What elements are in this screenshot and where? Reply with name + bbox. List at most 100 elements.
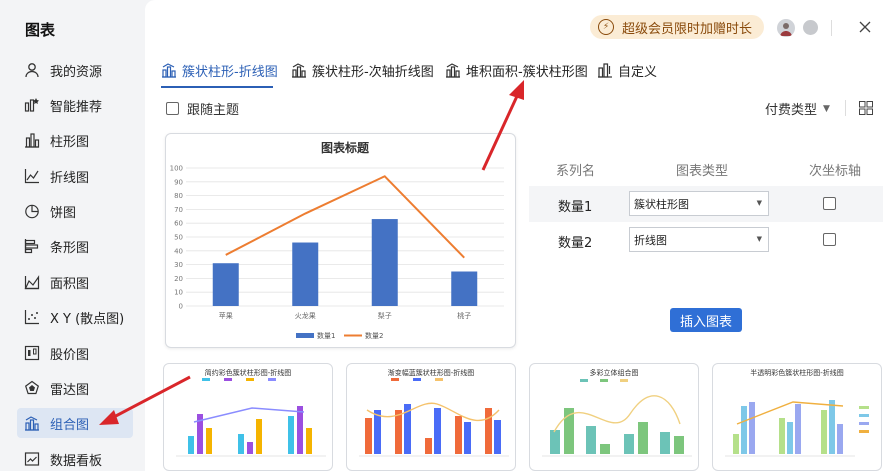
sidebar-item-label: 组合图	[50, 417, 90, 433]
chart-type-value: 簇状柱形图	[634, 197, 689, 211]
chart-title: 图表标题	[321, 140, 370, 155]
sidebar-item-label: 雷达图	[50, 382, 90, 398]
radar-chart-icon	[23, 379, 41, 397]
area-chart-icon	[23, 273, 41, 291]
bar	[451, 271, 478, 306]
lightning-icon: ⚡	[598, 19, 614, 35]
dashboard-icon	[23, 450, 41, 468]
avatar[interactable]	[777, 19, 795, 37]
main-panel: ⚡ 超级会员限时加赠时长 簇状柱形-折线图 簇状柱形-次轴折线图 堆积面积-簇状…	[145, 0, 883, 471]
scatter-icon	[23, 308, 41, 326]
sidebar-item-horizontal-bar[interactable]: 条形图	[17, 231, 133, 261]
combo-chart-icon	[291, 62, 308, 78]
tab-label: 簇状柱形-次轴折线图	[312, 64, 434, 80]
horizontal-bar-icon	[23, 237, 41, 255]
tab-label: 堆积面积-簇状柱形图	[466, 64, 588, 80]
y-tick-label: 60	[174, 220, 183, 228]
caret-down-icon: ▼	[756, 235, 762, 243]
sidebar-item-label: 柱形图	[50, 134, 90, 150]
grid-view-button[interactable]	[859, 101, 873, 115]
series-line	[225, 175, 465, 259]
chart-type-select[interactable]: 折线图 ▼	[629, 227, 769, 252]
tab-cluster-bar-secondary-line[interactable]: 簇状柱形-次轴折线图	[291, 60, 434, 80]
thumbnail-chart-icon	[359, 378, 509, 457]
sidebar-item-radar-chart[interactable]: 雷达图	[17, 373, 133, 403]
tab-stacked-area-cluster-bar[interactable]: 堆积面积-簇状柱形图	[445, 60, 588, 80]
y-tick-label: 20	[174, 275, 183, 283]
bar	[212, 263, 239, 306]
x-tick-label: 苹果	[219, 311, 233, 320]
sidebar-item-scatter[interactable]: X Y (散点图)	[17, 302, 133, 332]
chart-preview: 图表标题 0 10 20 30 40 50 60 70 80 90 100 苹果 火龙果 梨子 桃子 数量1 数量…	[165, 133, 516, 348]
chart-type-value: 折线图	[634, 233, 667, 247]
y-tick-label: 70	[174, 206, 183, 214]
line-chart-icon	[23, 167, 41, 185]
secondary-axis-checkbox[interactable]	[823, 233, 836, 246]
x-tick-label: 火龙果	[295, 311, 316, 320]
custom-chart-icon	[597, 62, 614, 78]
close-button[interactable]	[857, 19, 873, 35]
sidebar-item-combo-chart[interactable]: 组合图	[17, 408, 133, 438]
sidebar-item-area-chart[interactable]: 面积图	[17, 267, 133, 297]
thumbnail-title: 渐变幅蓝簇状柱形图-折线图	[387, 369, 475, 377]
template-thumbnail[interactable]: 半透明彩色簇状柱形图-折线图	[712, 363, 882, 471]
paid-type-dropdown[interactable]: 付费类型 ▼	[765, 99, 830, 118]
series-row: 数量2 折线图 ▼	[529, 222, 883, 258]
sidebar: 图表 我的资源 智能推荐 柱形图 折线图 饼图 条形图 面积图 X Y (散点图…	[0, 0, 145, 471]
caret-down-icon: ▼	[756, 199, 762, 207]
tab-label: 簇状柱形-折线图	[182, 64, 278, 80]
thumbnail-title: 半透明彩色簇状柱形图-折线图	[750, 369, 844, 377]
sidebar-item-bar-chart[interactable]: 柱形图	[17, 125, 133, 155]
thumbnail-title: 简约彩色簇状柱形图-折线图	[204, 369, 292, 377]
header-series-name: 系列名	[556, 164, 596, 179]
close-icon	[859, 21, 871, 33]
thumbnail-title: 多彩立体组合图	[589, 369, 639, 377]
sidebar-item-label: 条形图	[50, 240, 90, 256]
y-tick-label: 50	[174, 234, 183, 242]
member-badge-icon[interactable]	[803, 20, 818, 35]
combo-chart-icon	[23, 414, 41, 432]
insert-chart-button[interactable]: 插入图表	[670, 308, 742, 332]
series-row: 数量1 簇状柱形图 ▼	[529, 186, 883, 222]
sidebar-item-my-resources[interactable]: 我的资源	[17, 55, 133, 85]
tab-custom[interactable]: 自定义	[597, 60, 657, 80]
stock-chart-icon	[23, 344, 41, 362]
tab-cluster-bar-line[interactable]: 簇状柱形-折线图	[161, 60, 278, 80]
pie-chart-icon	[23, 202, 41, 220]
template-thumbnail[interactable]: 渐变幅蓝簇状柱形图-折线图	[346, 363, 516, 471]
y-tick-label: 80	[174, 192, 183, 200]
vip-label: 超级会员限时加赠时长	[622, 21, 753, 37]
combo-chart-icon	[445, 62, 462, 78]
user-icon	[23, 61, 41, 79]
sidebar-item-smart-recommend[interactable]: 智能推荐	[17, 90, 133, 120]
series-name: 数量1	[558, 200, 593, 215]
thumbnail-chart-icon	[725, 400, 869, 457]
y-tick-label: 100	[170, 165, 183, 173]
smart-recommend-icon	[23, 96, 41, 114]
vip-promo-button[interactable]: ⚡ 超级会员限时加赠时长	[590, 15, 765, 39]
sidebar-item-stock-chart[interactable]: 股价图	[17, 338, 133, 368]
grid-view-icon	[859, 101, 873, 115]
sidebar-item-line-chart[interactable]: 折线图	[17, 161, 133, 191]
legend-label: 数量1	[317, 331, 335, 340]
x-tick-label: 梨子	[378, 311, 392, 320]
tab-label: 自定义	[618, 64, 658, 80]
header-chart-type: 图表类型	[676, 164, 729, 179]
follow-theme-checkbox[interactable]	[166, 102, 179, 115]
sidebar-item-dashboard[interactable]: 数据看板	[17, 444, 133, 471]
header-secondary-axis: 次坐标轴	[809, 164, 862, 179]
sidebar-item-pie-chart[interactable]: 饼图	[17, 196, 133, 226]
sidebar-item-label: X Y (散点图)	[50, 311, 125, 327]
combo-chart-icon	[161, 62, 178, 78]
template-thumbnail[interactable]: 多彩立体组合图	[529, 363, 699, 471]
template-thumbnail[interactable]: 简约彩色簇状柱形图-折线图	[163, 363, 333, 471]
legend-swatch-bar	[296, 333, 314, 338]
chart-type-select[interactable]: 簇状柱形图 ▼	[629, 191, 769, 216]
y-tick-label: 10	[174, 289, 183, 297]
active-tab-indicator	[161, 86, 273, 88]
sidebar-item-label: 饼图	[50, 205, 77, 221]
follow-theme-toggle[interactable]: 跟随主题	[166, 99, 239, 118]
sidebar-item-label: 面积图	[50, 276, 90, 292]
secondary-axis-checkbox[interactable]	[823, 197, 836, 210]
y-tick-label: 30	[174, 261, 183, 269]
